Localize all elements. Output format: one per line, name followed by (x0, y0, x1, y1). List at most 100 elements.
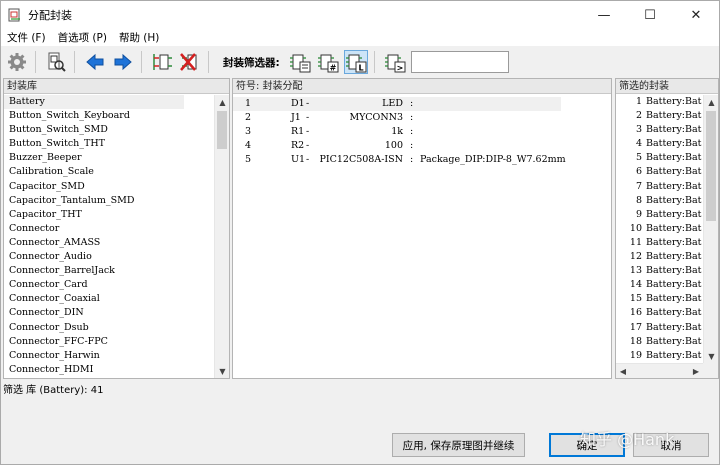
library-item[interactable]: Calibration_Scale (4, 165, 214, 179)
auto-associate-button[interactable] (150, 50, 174, 74)
filtered-vertical-scrollbar[interactable]: ▲ ▼ (703, 95, 718, 363)
footprint-item[interactable]: 16 Battery:Bat (616, 306, 703, 320)
filter-text-input[interactable] (410, 51, 509, 73)
assignment-panel-header: 符号: 封装分配 (233, 79, 611, 94)
scroll-right-icon[interactable]: ▶ (689, 364, 703, 378)
menu-file[interactable]: 文件 (F) (1, 30, 52, 45)
filter-by-pin-count-button[interactable]: # (316, 50, 340, 74)
cancel-button[interactable]: 取消 (633, 433, 709, 457)
footprint-item[interactable]: 19 Battery:Bat (616, 349, 703, 363)
assignment-row[interactable]: 2 J1 - MYCONN3 : (233, 111, 611, 125)
close-button[interactable]: ✕ (673, 1, 719, 29)
ok-button[interactable]: 确定 (549, 433, 625, 457)
footprint-index: 17 (629, 321, 642, 333)
menu-help[interactable]: 帮助 (H) (113, 30, 165, 45)
library-item[interactable]: Button_Switch_THT (4, 137, 214, 151)
footprint-item[interactable]: 7 Battery:Bat (616, 180, 703, 194)
footprint-name: Battery:Bat (646, 152, 702, 164)
library-item[interactable]: Connector_Card (4, 278, 214, 292)
arrow-left-icon (86, 53, 104, 71)
maximize-button[interactable]: ☐ (627, 1, 673, 29)
footprint-name: Battery:Bat (646, 110, 702, 122)
footprint-item[interactable]: 1 Battery:Bat (616, 95, 703, 109)
footprint-item[interactable]: 12 Battery:Bat (616, 250, 703, 264)
view-footprint-button[interactable] (44, 50, 68, 74)
filtered-footprints-panel: 筛选的封装 1 Battery:Bat 2 Battery:Bat 3 Battery… (615, 78, 719, 379)
filtered-horizontal-scrollbar[interactable]: ◀ ▶ (616, 363, 703, 378)
row-reference: D1 (291, 98, 305, 109)
scroll-up-icon[interactable]: ▲ (704, 95, 718, 109)
previous-symbol-button[interactable] (83, 50, 107, 74)
library-item[interactable]: Connector_AMASS (4, 236, 214, 250)
scrollbar-thumb[interactable] (706, 111, 716, 221)
footprint-item[interactable]: 14 Battery:Bat (616, 278, 703, 292)
footprint-name: Battery:Bat (646, 335, 702, 347)
settings-button[interactable] (5, 50, 29, 74)
scrollbar-thumb[interactable] (217, 111, 227, 149)
footprint-index: 6 (635, 166, 642, 178)
row-reference: R1 (291, 126, 305, 138)
library-item[interactable]: Buzzer_Beeper (4, 151, 214, 165)
scroll-down-icon[interactable]: ▼ (215, 364, 229, 378)
row-value: LED (382, 98, 403, 109)
footprint-name: Battery:Bat (646, 222, 702, 234)
library-list: Battery Button_Switch_Keyboard Button_Sw… (4, 95, 214, 378)
svg-text:>: > (396, 64, 403, 73)
filter-pincount-icon: # (317, 54, 339, 73)
row-index: 4 (244, 140, 251, 152)
row-separator: : (410, 98, 414, 109)
title-bar: 分配封装 — ☐ ✕ (1, 1, 719, 29)
assignment-row[interactable]: 5 U1 - PIC12C508A-ISN : Package_DIP:DIP-… (233, 153, 611, 167)
library-item[interactable]: Capacitor_Tantalum_SMD (4, 194, 214, 208)
footprint-item[interactable]: 5 Battery:Bat (616, 151, 703, 165)
scroll-left-icon[interactable]: ◀ (616, 364, 630, 378)
footprint-item[interactable]: 15 Battery:Bat (616, 292, 703, 306)
footprint-index: 18 (629, 335, 642, 347)
library-item[interactable]: Connector_HDMI (4, 363, 214, 377)
gear-icon (8, 53, 26, 71)
scroll-down-icon[interactable]: ▼ (704, 349, 718, 363)
filter-by-keywords-button[interactable] (288, 50, 312, 74)
library-item[interactable]: Connector_Dsub (4, 321, 214, 335)
assignment-row[interactable]: 3 R1 - 1k : (233, 125, 611, 139)
row-dash: - (306, 112, 310, 124)
library-item[interactable]: Battery (4, 95, 184, 110)
footprint-item[interactable]: 10 Battery:Bat (616, 222, 703, 236)
footprint-item[interactable]: 17 Battery:Bat (616, 321, 703, 335)
assignment-row[interactable]: 4 R2 - 100 : (233, 139, 611, 153)
library-item[interactable]: Button_Switch_Keyboard (4, 109, 214, 123)
footprint-item[interactable]: 3 Battery:Bat (616, 123, 703, 137)
footprint-name: Battery:Bat (646, 236, 702, 248)
row-dash: - (306, 126, 310, 138)
footprint-item[interactable]: 18 Battery:Bat (616, 335, 703, 349)
menu-preferences[interactable]: 首选项 (P) (52, 30, 113, 45)
library-item[interactable]: Connector_FFC-FPC (4, 335, 214, 349)
library-item[interactable]: Connector_Harwin (4, 349, 214, 363)
library-item[interactable]: Button_Switch_SMD (4, 123, 214, 137)
footprint-item[interactable]: 8 Battery:Bat (616, 194, 703, 208)
footprint-item[interactable]: 4 Battery:Bat (616, 137, 703, 151)
footprint-item[interactable]: 13 Battery:Bat (616, 264, 703, 278)
footprint-item[interactable]: 11 Battery:Bat (616, 236, 703, 250)
apply-save-continue-button[interactable]: 应用, 保存原理图并继续 (392, 433, 525, 457)
library-item[interactable]: Connector (4, 222, 214, 236)
footprint-index: 19 (629, 349, 642, 361)
library-item[interactable]: Connector_DIN (4, 306, 214, 320)
row-reference: U1 (291, 154, 306, 166)
library-scrollbar[interactable]: ▲ ▼ (214, 95, 229, 378)
library-item[interactable]: Connector_Audio (4, 250, 214, 264)
scroll-up-icon[interactable]: ▲ (215, 95, 229, 109)
assignment-row[interactable]: 1 D1 - LED : (233, 97, 561, 112)
library-item[interactable]: Connector_Coaxial (4, 292, 214, 306)
library-item[interactable]: Connector_BarrelJack (4, 264, 214, 278)
filter-by-text-button[interactable]: > (383, 50, 407, 74)
library-item[interactable]: Capacitor_THT (4, 208, 214, 222)
footprint-item[interactable]: 9 Battery:Bat (616, 208, 703, 222)
filter-by-library-button[interactable]: L (343, 50, 368, 74)
library-item[interactable]: Capacitor_SMD (4, 180, 214, 194)
footprint-item[interactable]: 6 Battery:Bat (616, 165, 703, 179)
delete-all-associations-button[interactable] (178, 50, 202, 74)
footprint-item[interactable]: 2 Battery:Bat (616, 109, 703, 123)
minimize-button[interactable]: — (581, 1, 627, 29)
next-symbol-button[interactable] (111, 50, 135, 74)
